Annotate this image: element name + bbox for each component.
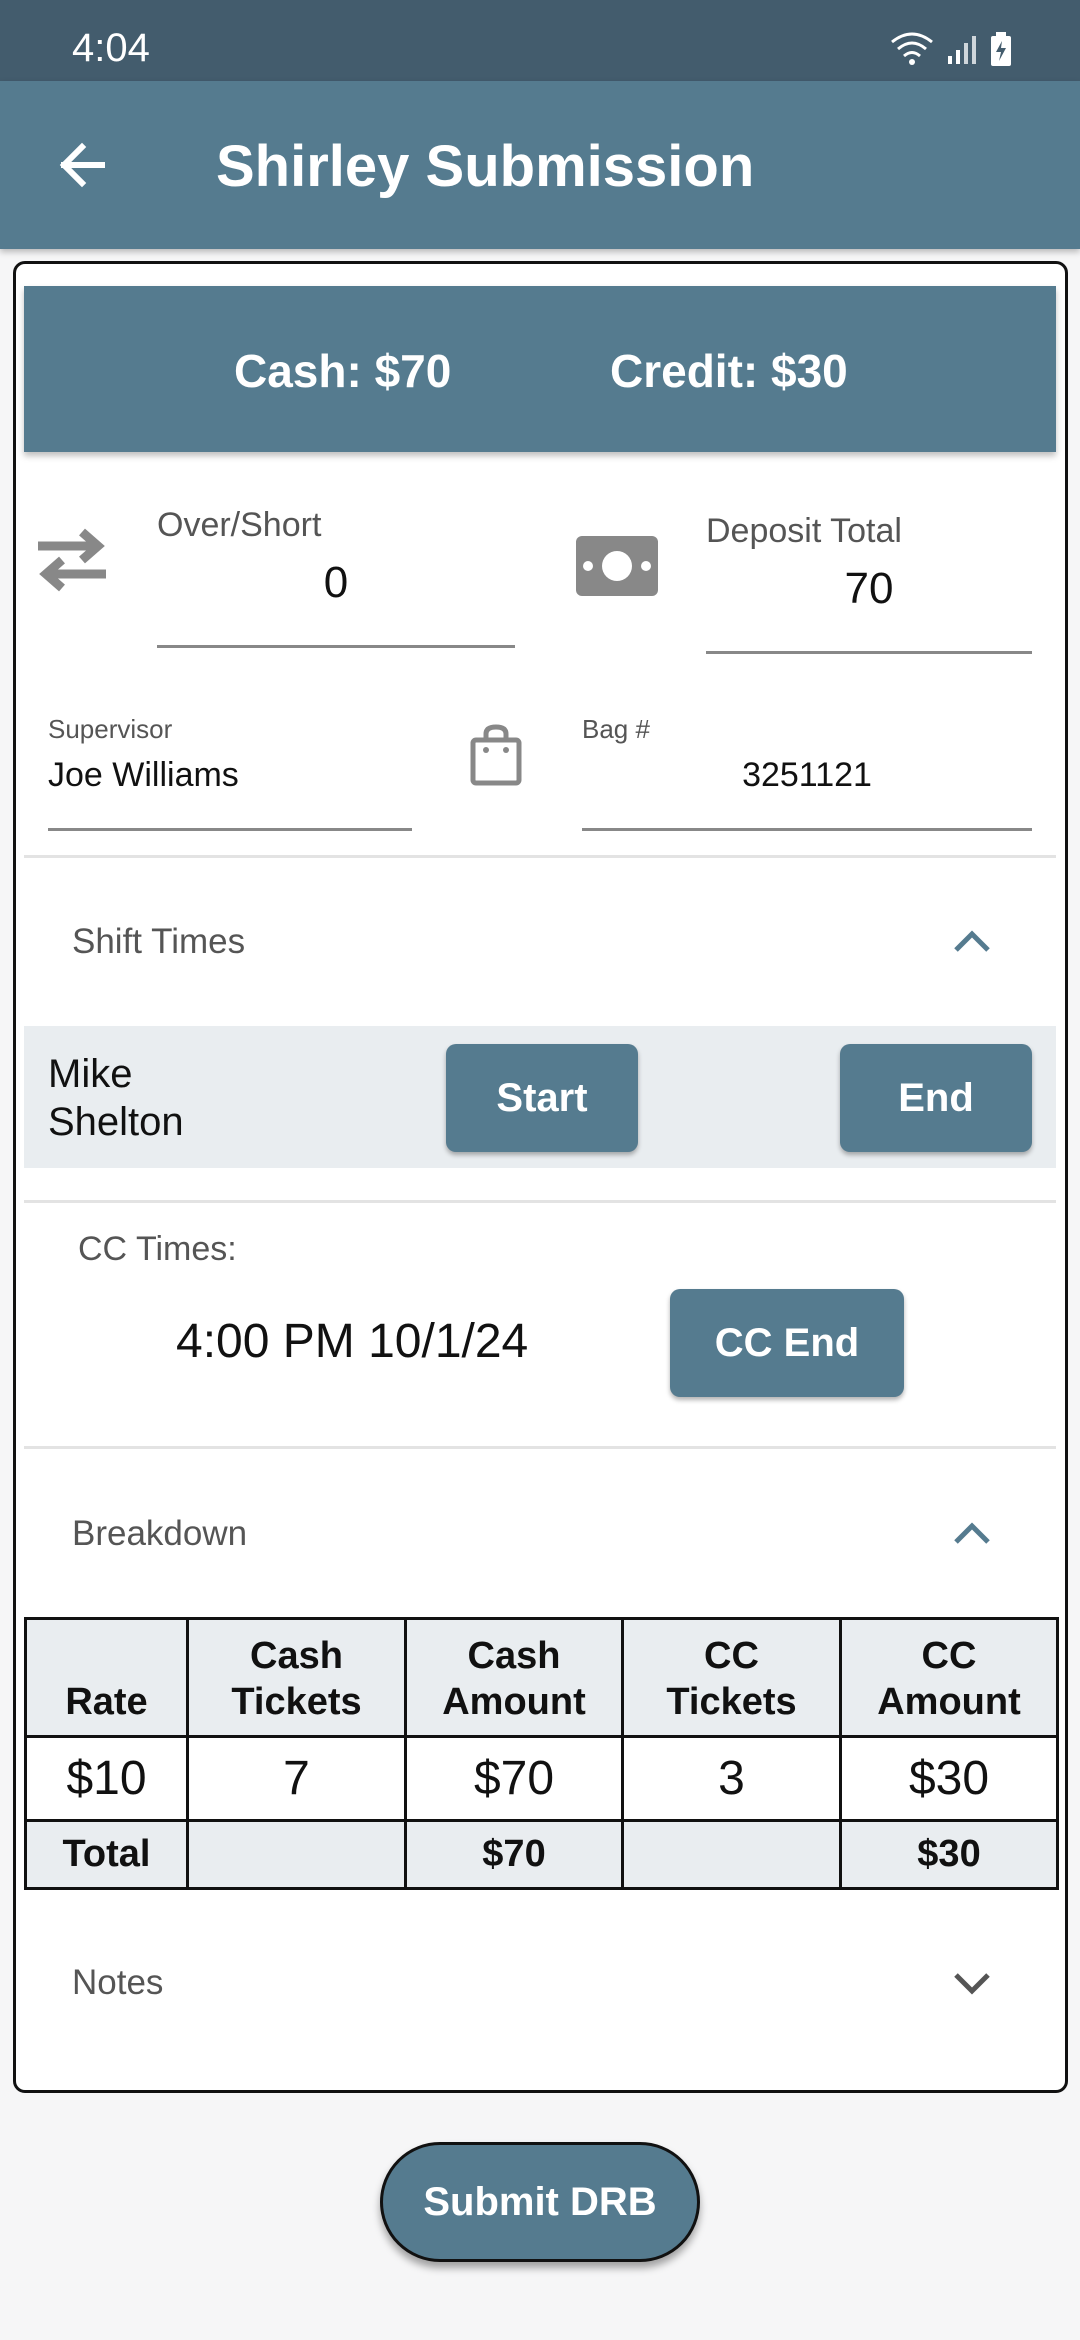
column-header: CC Tickets <box>621 1617 842 1738</box>
column-header: CC Amount <box>839 1617 1059 1738</box>
deposit-total-label: Deposit Total <box>706 512 902 550</box>
deposit-total-underline <box>706 651 1032 654</box>
summary-bar: Cash: $70 Credit: $30 <box>24 286 1056 452</box>
table-cell: Total <box>24 1819 189 1890</box>
table-row: $10 7 $70 3 $30 <box>24 1735 1059 1822</box>
supervisor-label: Supervisor <box>48 714 173 744</box>
shift-row: Mike Shelton Start End <box>24 1026 1056 1168</box>
bag-input[interactable]: 3251121 <box>582 756 1032 795</box>
deposit-total-input[interactable]: 70 <box>706 564 1032 614</box>
status-bar: 4:04 <box>0 0 1080 81</box>
over-short-label: Over/Short <box>157 506 322 544</box>
column-header: Cash Tickets <box>186 1617 407 1738</box>
employee-last-name: Shelton <box>48 1100 184 1144</box>
status-time: 4:04 <box>72 26 150 70</box>
table-cell[interactable]: 3 <box>621 1735 842 1822</box>
chevron-down-icon[interactable] <box>948 1959 996 2007</box>
chevron-up-icon[interactable] <box>948 1510 996 1558</box>
swap-arrows-icon <box>38 528 106 592</box>
table-cell <box>621 1819 842 1890</box>
bag-label: Bag # <box>582 714 650 744</box>
employee-first-name: Mike <box>48 1052 133 1096</box>
submit-drb-button[interactable]: Submit DRB <box>380 2142 700 2262</box>
back-arrow-icon[interactable] <box>52 135 112 195</box>
cc-end-button[interactable]: CC End <box>670 1289 904 1397</box>
battery-icon <box>991 32 1011 66</box>
breakdown-table: Rate Cash Tickets Cash Amount CC Tickets CC… <box>24 1617 1059 1890</box>
cash-icon <box>576 536 658 596</box>
credit-total: Credit: $30 <box>610 345 848 397</box>
chevron-up-icon[interactable] <box>948 918 996 966</box>
shift-start-button[interactable]: Start <box>446 1044 638 1152</box>
breakdown-title[interactable]: Breakdown <box>72 1514 247 1554</box>
bag-underline <box>582 828 1032 831</box>
wifi-icon <box>891 32 933 65</box>
table-cell: $30 <box>839 1819 1059 1890</box>
table-cell[interactable]: 7 <box>186 1735 407 1822</box>
cc-times-value: 4:00 PM 10/1/24 <box>176 1315 529 1368</box>
table-total-row: Total $70 $30 <box>24 1819 1059 1890</box>
divider <box>24 1446 1056 1449</box>
cc-times-label: CC Times: <box>78 1230 237 1268</box>
supervisor-underline <box>48 828 412 831</box>
table-cell: $10 <box>24 1735 189 1822</box>
app-bar: Shirley Submission <box>0 81 1080 249</box>
shift-end-button[interactable]: End <box>840 1044 1032 1152</box>
signal-icon <box>948 36 976 64</box>
bag-icon <box>470 724 522 786</box>
status-icons <box>890 30 1012 66</box>
table-cell <box>186 1819 407 1890</box>
table-header-row: Rate Cash Tickets Cash Amount CC Tickets CC… <box>24 1617 1059 1738</box>
table-cell: $70 <box>404 1819 624 1890</box>
supervisor-input[interactable]: Joe Williams <box>48 756 239 795</box>
cash-total: Cash: $70 <box>234 345 452 397</box>
notes-title[interactable]: Notes <box>72 1963 163 2003</box>
page-title: Shirley Submission <box>216 134 755 199</box>
shift-times-title[interactable]: Shift Times <box>72 922 245 962</box>
table-cell: $70 <box>404 1735 624 1822</box>
table-cell: $30 <box>839 1735 1059 1822</box>
column-header: Cash Amount <box>404 1617 624 1738</box>
over-short-input[interactable]: 0 <box>157 558 515 608</box>
column-header: Rate <box>24 1617 189 1738</box>
divider <box>24 1200 1056 1203</box>
divider <box>24 855 1056 858</box>
over-short-underline <box>157 645 515 648</box>
employee-name: Mike Shelton <box>48 1050 184 1146</box>
